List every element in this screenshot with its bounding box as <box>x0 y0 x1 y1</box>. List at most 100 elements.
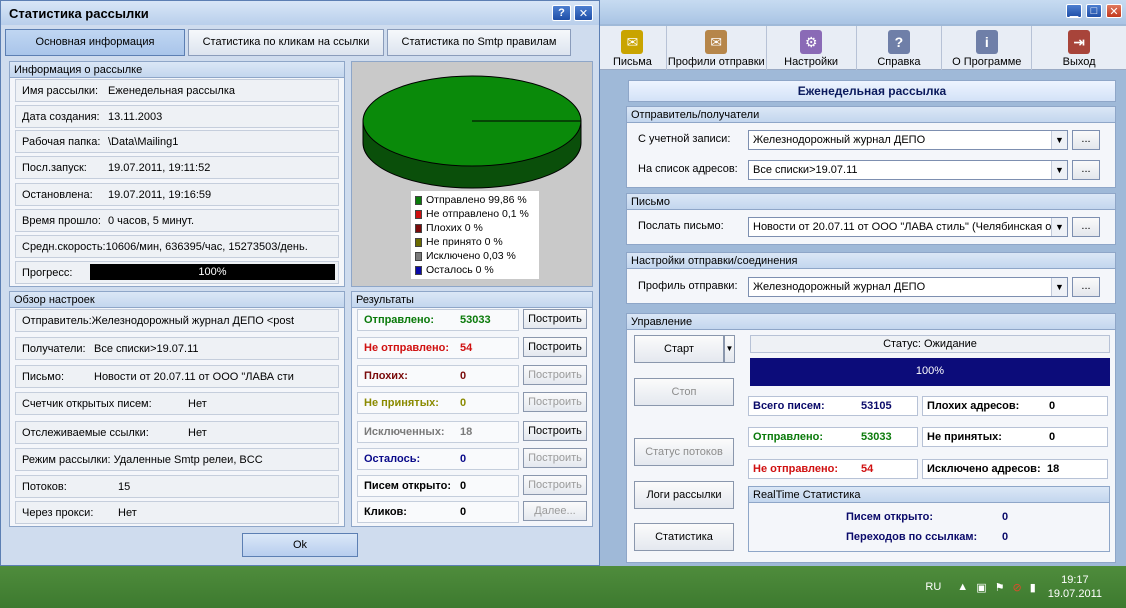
next-button[interactable]: Далее... <box>523 501 587 521</box>
settings-row: Отправитель:Железнодорожный журнал ДЕПО … <box>15 309 339 332</box>
result-row: Кликов: 0 <box>357 501 519 523</box>
profile-select[interactable]: Железнодорожный журнал ДЕПО ▼ <box>748 277 1068 297</box>
minimize-icon[interactable]: ▁ <box>1066 4 1082 18</box>
maximize-icon[interactable]: □ <box>1086 4 1102 18</box>
statistics-button[interactable]: Статистика <box>634 523 734 551</box>
toolbar-about-button[interactable]: i О Программе <box>942 26 1033 70</box>
main-toolbar: ✉ Письма ✉ Профили отправки ⚙ Настройки … <box>599 26 1126 70</box>
toolbar-profiles-button[interactable]: ✉ Профили отправки <box>667 26 767 70</box>
mailing-title: Еженедельная рассылка <box>628 80 1116 102</box>
dropdown-arrow-icon: ▼ <box>1051 161 1067 179</box>
info-row: Рабочая папка: \Data\Mailing1 <box>15 130 339 153</box>
build-opened-button[interactable]: Построить <box>523 475 587 495</box>
account-browse-button[interactable]: ... <box>1072 130 1100 150</box>
volume-muted-icon[interactable]: ⊘ <box>1012 581 1021 594</box>
excluded-count: Исключено адресов: 18 <box>922 459 1108 479</box>
start-button[interactable]: Старт <box>634 335 724 363</box>
build-not-accepted-button[interactable]: Построить <box>523 392 587 412</box>
sent-count: Отправлено: 53033 <box>748 427 918 447</box>
build-excluded-button[interactable]: Построить <box>523 421 587 441</box>
result-row: Плохих: 0 <box>357 365 519 387</box>
bad-addresses: Плохих адресов: 0 <box>922 396 1108 416</box>
settings-row: Отслеживаемые ссылки: Нет <box>15 421 339 444</box>
info-panel-title: Информация о рассылке <box>10 62 344 78</box>
letter-select[interactable]: Новости от 20.07.11 от ООО "ЛАВА стиль" … <box>748 217 1068 237</box>
result-row: Осталось: 0 <box>357 448 519 470</box>
clicks-label: Переходов по ссылкам: <box>846 531 978 543</box>
list-label: На список адресов: <box>638 163 738 175</box>
close-icon[interactable]: ✕ <box>574 5 593 21</box>
power-icon[interactable]: ▮ <box>1030 581 1036 594</box>
send-letter-label: Послать письмо: <box>638 220 724 232</box>
pie-legend: Отправлено 99,86 % Не отправлено 0,1 % П… <box>411 191 539 279</box>
dropdown-arrow-icon: ▼ <box>1051 218 1067 236</box>
dialog-progress-bar: 100% <box>90 264 335 280</box>
build-sent-button[interactable]: Построить <box>523 309 587 329</box>
not-sent-count: Не отправлено: 54 <box>748 459 918 479</box>
settings-row: Письмо: Новости от 20.07.11 от ООО "ЛАВА … <box>15 365 339 388</box>
account-select[interactable]: Железнодорожный журнал ДЕПО ▼ <box>748 130 1068 150</box>
toolbar-help-button[interactable]: ? Справка <box>857 26 943 70</box>
list-browse-button[interactable]: ... <box>1072 160 1100 180</box>
stop-button[interactable]: Стоп <box>634 378 734 406</box>
start-dropdown-button[interactable]: ▼ <box>724 335 735 363</box>
profile-browse-button[interactable]: ... <box>1072 277 1100 297</box>
tab-link-clicks[interactable]: Статистика по кликам на ссылки <box>188 29 384 56</box>
toolbar-exit-button[interactable]: ⇥ Выход <box>1032 26 1126 70</box>
settings-icon: ⚙ <box>800 30 823 54</box>
settings-row: Получатели: Все списки>19.07.11 <box>15 337 339 360</box>
legend-swatch <box>415 265 422 275</box>
toolbar-settings-button[interactable]: ⚙ Настройки <box>767 26 857 70</box>
build-bad-button[interactable]: Построить <box>523 365 587 385</box>
legend-item: Плохих 0 % <box>415 221 535 235</box>
profiles-icon: ✉ <box>705 30 728 54</box>
tab-smtp-rules[interactable]: Статистика по Smtp правилам <box>387 29 571 56</box>
ok-button[interactable]: Ok <box>242 533 358 557</box>
build-not-sent-button[interactable]: Построить <box>523 337 587 357</box>
result-row: Не отправлено: 54 <box>357 337 519 359</box>
settings-row: Потоков: 15 <box>15 475 339 498</box>
build-remaining-button[interactable]: Построить <box>523 448 587 468</box>
opened-value: 0 <box>1002 511 1009 523</box>
network-icon[interactable]: ▣ <box>976 581 986 594</box>
system-tray: RU ▲ ▣ ⚑ ⊘ ▮ 19:17 19.07.2011 <box>925 566 1126 608</box>
result-row: Писем открыто: 0 <box>357 475 519 497</box>
legend-swatch <box>415 223 422 233</box>
settings-row: Через прокси: Нет <box>15 501 339 524</box>
help-icon: ? <box>887 30 910 54</box>
legend-swatch <box>415 195 422 205</box>
info-row: Посл.запуск: 19.07.2011, 19:11:52 <box>15 156 339 179</box>
flag-icon[interactable]: ⚑ <box>995 581 1005 594</box>
dialog-tabs: Основная информация Статистика по кликам… <box>5 29 595 57</box>
legend-swatch <box>415 209 422 219</box>
letter-browse-button[interactable]: ... <box>1072 217 1100 237</box>
thread-status-button[interactable]: Статус потоков <box>634 438 734 466</box>
legend-item: Не отправлено 0,1 % <box>415 207 535 221</box>
toolbar-letters-button[interactable]: ✉ Письма <box>599 26 667 70</box>
info-row: Время прошло: 0 часов, 5 минут. <box>15 209 339 232</box>
close-icon[interactable]: ✕ <box>1106 4 1122 18</box>
main-titlebar <box>599 0 1126 24</box>
language-indicator[interactable]: RU <box>925 581 941 593</box>
clicks-value: 0 <box>1002 531 1009 543</box>
exit-door-icon: ⇥ <box>1068 30 1091 54</box>
results-panel-title: Результаты <box>352 292 592 308</box>
info-row: Имя рассылки: Еженедельная рассылка <box>15 79 339 102</box>
pie-chart <box>362 75 582 189</box>
address-list-select[interactable]: Все списки>19.07.11 ▼ <box>748 160 1068 180</box>
statistics-dialog: Статистика рассылки ? ✕ Основная информа… <box>0 0 600 566</box>
help-icon[interactable]: ? <box>552 5 571 21</box>
profile-label: Профиль отправки: <box>638 280 738 292</box>
result-row: Не принятых: 0 <box>357 392 519 414</box>
tray-expand-icon[interactable]: ▲ <box>957 581 968 593</box>
clock[interactable]: 19:17 19.07.2011 <box>1048 573 1102 601</box>
legend-item: Осталось 0 % <box>415 263 535 277</box>
info-row: Средн.скорость:10606/мин, 636395/час, 15… <box>15 235 339 258</box>
result-row: Исключенных: 18 <box>357 421 519 443</box>
tab-main-info[interactable]: Основная информация <box>5 29 185 56</box>
sender-panel-title: Отправитель/получатели <box>627 107 1115 123</box>
connection-panel-title: Настройки отправки/соединения <box>627 253 1115 269</box>
account-label: С учетной записи: <box>638 133 731 145</box>
info-icon: i <box>975 30 998 54</box>
logs-button[interactable]: Логи рассылки <box>634 481 734 509</box>
